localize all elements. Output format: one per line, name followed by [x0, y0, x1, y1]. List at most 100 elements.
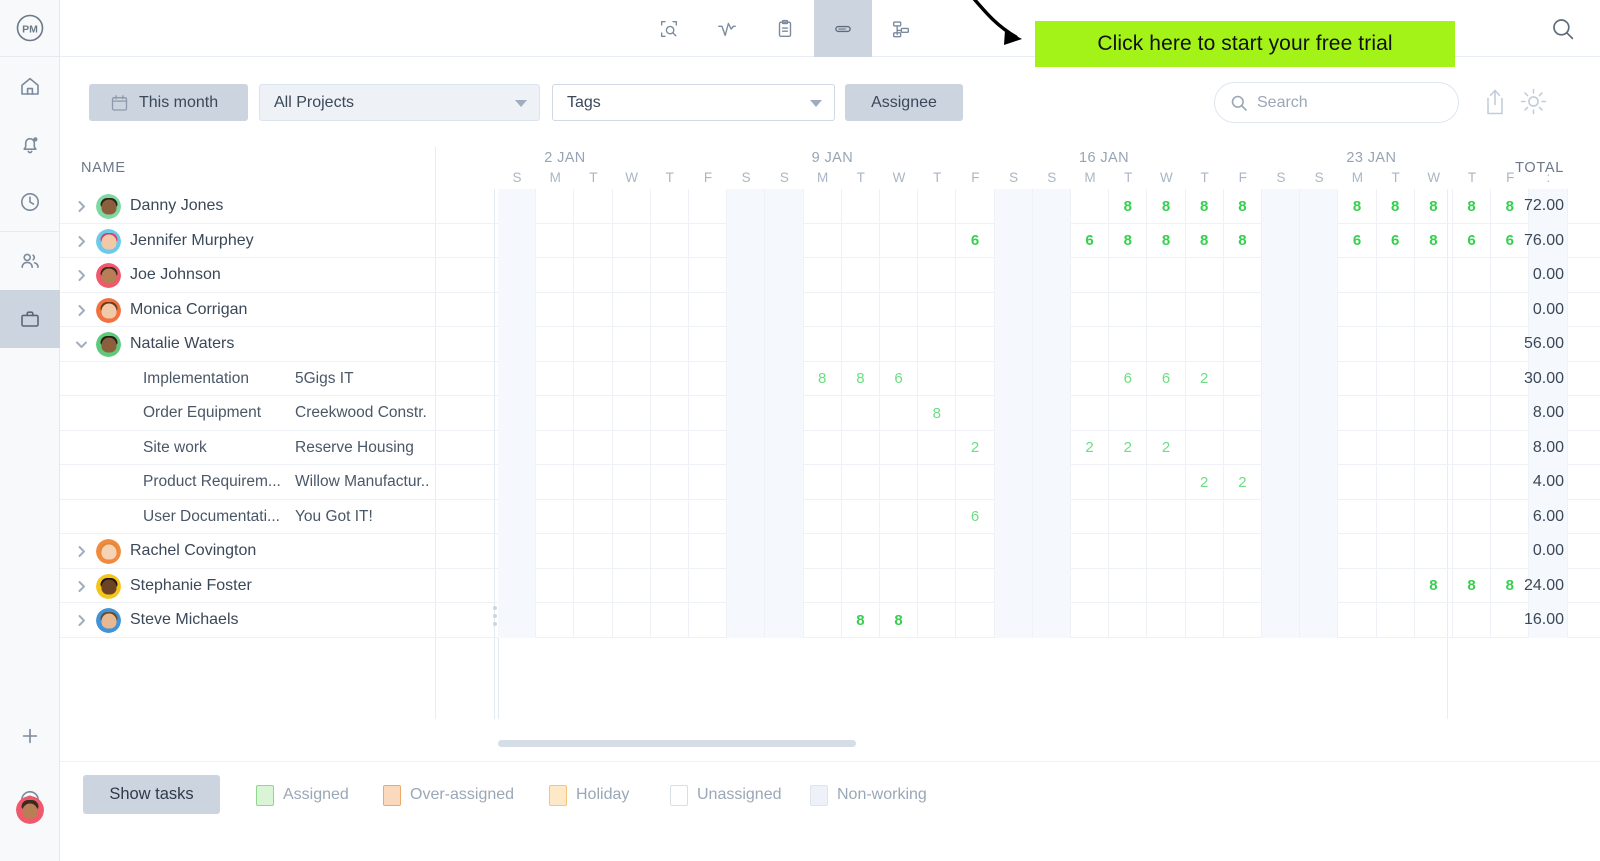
workload-cell[interactable] — [613, 258, 651, 293]
chevron-right-icon[interactable] — [73, 578, 90, 595]
workload-cell[interactable]: 8 — [804, 361, 842, 396]
workload-cell[interactable]: 8 — [880, 603, 919, 638]
workload-cell[interactable] — [765, 465, 804, 500]
sidebar-item-workload[interactable] — [0, 290, 60, 348]
workload-cell[interactable] — [613, 534, 651, 569]
workload-cell[interactable]: 8 — [1338, 189, 1377, 224]
workload-cell[interactable] — [994, 258, 1033, 293]
workload-cell[interactable] — [1300, 189, 1339, 224]
chevron-right-icon[interactable] — [73, 612, 90, 629]
workload-cell[interactable] — [536, 327, 575, 362]
workload-cell[interactable] — [727, 223, 766, 258]
workload-cell[interactable] — [1186, 327, 1224, 362]
workload-cell[interactable] — [804, 258, 842, 293]
workload-cell[interactable] — [804, 534, 842, 569]
workload-cell[interactable] — [918, 499, 957, 534]
workload-cell[interactable] — [574, 396, 613, 431]
workload-cell[interactable] — [1300, 361, 1339, 396]
workload-cell[interactable] — [1377, 465, 1415, 500]
workload-cell[interactable] — [1186, 258, 1224, 293]
workload-cell[interactable] — [1032, 499, 1071, 534]
workload-cell[interactable] — [727, 430, 766, 465]
workload-cell[interactable] — [1415, 534, 1453, 569]
workload-cell[interactable] — [1415, 603, 1453, 638]
workload-cell[interactable] — [1377, 603, 1415, 638]
workload-cell[interactable] — [613, 568, 651, 603]
workload-cell[interactable] — [498, 430, 537, 465]
workload-cell[interactable] — [574, 292, 613, 327]
workload-cell[interactable] — [804, 465, 842, 500]
workload-cell[interactable]: 8 — [1147, 223, 1186, 258]
workload-cell[interactable] — [1377, 361, 1415, 396]
workload-cell[interactable]: 6 — [1377, 223, 1415, 258]
workload-cell[interactable] — [1415, 499, 1453, 534]
search-input[interactable] — [1257, 93, 1432, 112]
workload-cell[interactable] — [1262, 465, 1301, 500]
workload-cell[interactable]: 8 — [1224, 189, 1262, 224]
workload-cell[interactable] — [536, 223, 575, 258]
workload-cell[interactable] — [536, 603, 575, 638]
workload-cell[interactable] — [1377, 430, 1415, 465]
workload-cell[interactable] — [689, 568, 728, 603]
table-row-person[interactable]: Monica Corrigan 0.00 — [60, 292, 1600, 327]
workload-cell[interactable] — [727, 568, 766, 603]
app-logo[interactable]: PM — [0, 0, 60, 57]
workload-cell[interactable] — [880, 568, 919, 603]
workload-cell[interactable] — [498, 258, 537, 293]
workload-cell[interactable] — [1224, 534, 1262, 569]
workload-cell[interactable] — [574, 361, 613, 396]
workload-cell[interactable] — [765, 327, 804, 362]
workload-cell[interactable] — [1415, 465, 1453, 500]
workload-cell[interactable]: 8 — [842, 361, 880, 396]
workload-cell[interactable] — [880, 189, 919, 224]
workload-cell[interactable]: 6 — [956, 223, 995, 258]
workload-cell[interactable] — [536, 534, 575, 569]
workload-cell[interactable] — [994, 189, 1033, 224]
workload-cell[interactable] — [727, 396, 766, 431]
workload-cell[interactable] — [1300, 603, 1339, 638]
workload-cell[interactable] — [842, 430, 880, 465]
workload-cell[interactable] — [1262, 603, 1301, 638]
workload-cell[interactable] — [727, 189, 766, 224]
workload-cell[interactable] — [1032, 327, 1071, 362]
workload-cell[interactable] — [842, 568, 880, 603]
tool-gantt[interactable] — [872, 0, 930, 57]
workload-cell[interactable] — [1186, 292, 1224, 327]
workload-cell[interactable] — [498, 189, 537, 224]
workload-cell[interactable] — [1147, 292, 1186, 327]
table-row-person[interactable]: Steve Michaels 8 8 16.00 — [60, 603, 1600, 638]
workload-cell[interactable] — [1186, 430, 1224, 465]
workload-cell[interactable] — [1300, 292, 1339, 327]
date-range-filter[interactable]: This month — [89, 84, 248, 121]
workload-cell[interactable] — [1186, 396, 1224, 431]
workload-cell[interactable] — [1300, 258, 1339, 293]
workload-cell[interactable] — [1224, 292, 1262, 327]
workload-cell[interactable] — [880, 430, 919, 465]
workload-cell[interactable] — [1147, 327, 1186, 362]
workload-cell[interactable] — [842, 499, 880, 534]
workload-cell[interactable] — [804, 499, 842, 534]
workload-cell[interactable] — [1300, 465, 1339, 500]
workload-cell[interactable] — [613, 603, 651, 638]
workload-cell[interactable] — [1415, 361, 1453, 396]
workload-cell[interactable] — [1415, 396, 1453, 431]
workload-cell[interactable] — [727, 534, 766, 569]
workload-cell[interactable] — [804, 292, 842, 327]
sidebar-item-team[interactable] — [0, 232, 60, 290]
workload-cell[interactable] — [842, 223, 880, 258]
workload-cell[interactable] — [689, 189, 728, 224]
workload-cell[interactable] — [1147, 603, 1186, 638]
workload-cell[interactable] — [689, 258, 728, 293]
workload-cell[interactable] — [1147, 258, 1186, 293]
workload-cell[interactable] — [956, 396, 995, 431]
workload-cell[interactable] — [918, 603, 957, 638]
workload-cell[interactable] — [880, 396, 919, 431]
workload-cell[interactable] — [651, 223, 689, 258]
workload-cell[interactable] — [1032, 189, 1071, 224]
workload-cell[interactable] — [880, 327, 919, 362]
workload-cell[interactable] — [651, 534, 689, 569]
workload-cell[interactable] — [536, 361, 575, 396]
sidebar-item-home[interactable] — [0, 57, 60, 115]
workload-cell[interactable]: 8 — [1415, 189, 1453, 224]
workload-cell[interactable] — [727, 361, 766, 396]
